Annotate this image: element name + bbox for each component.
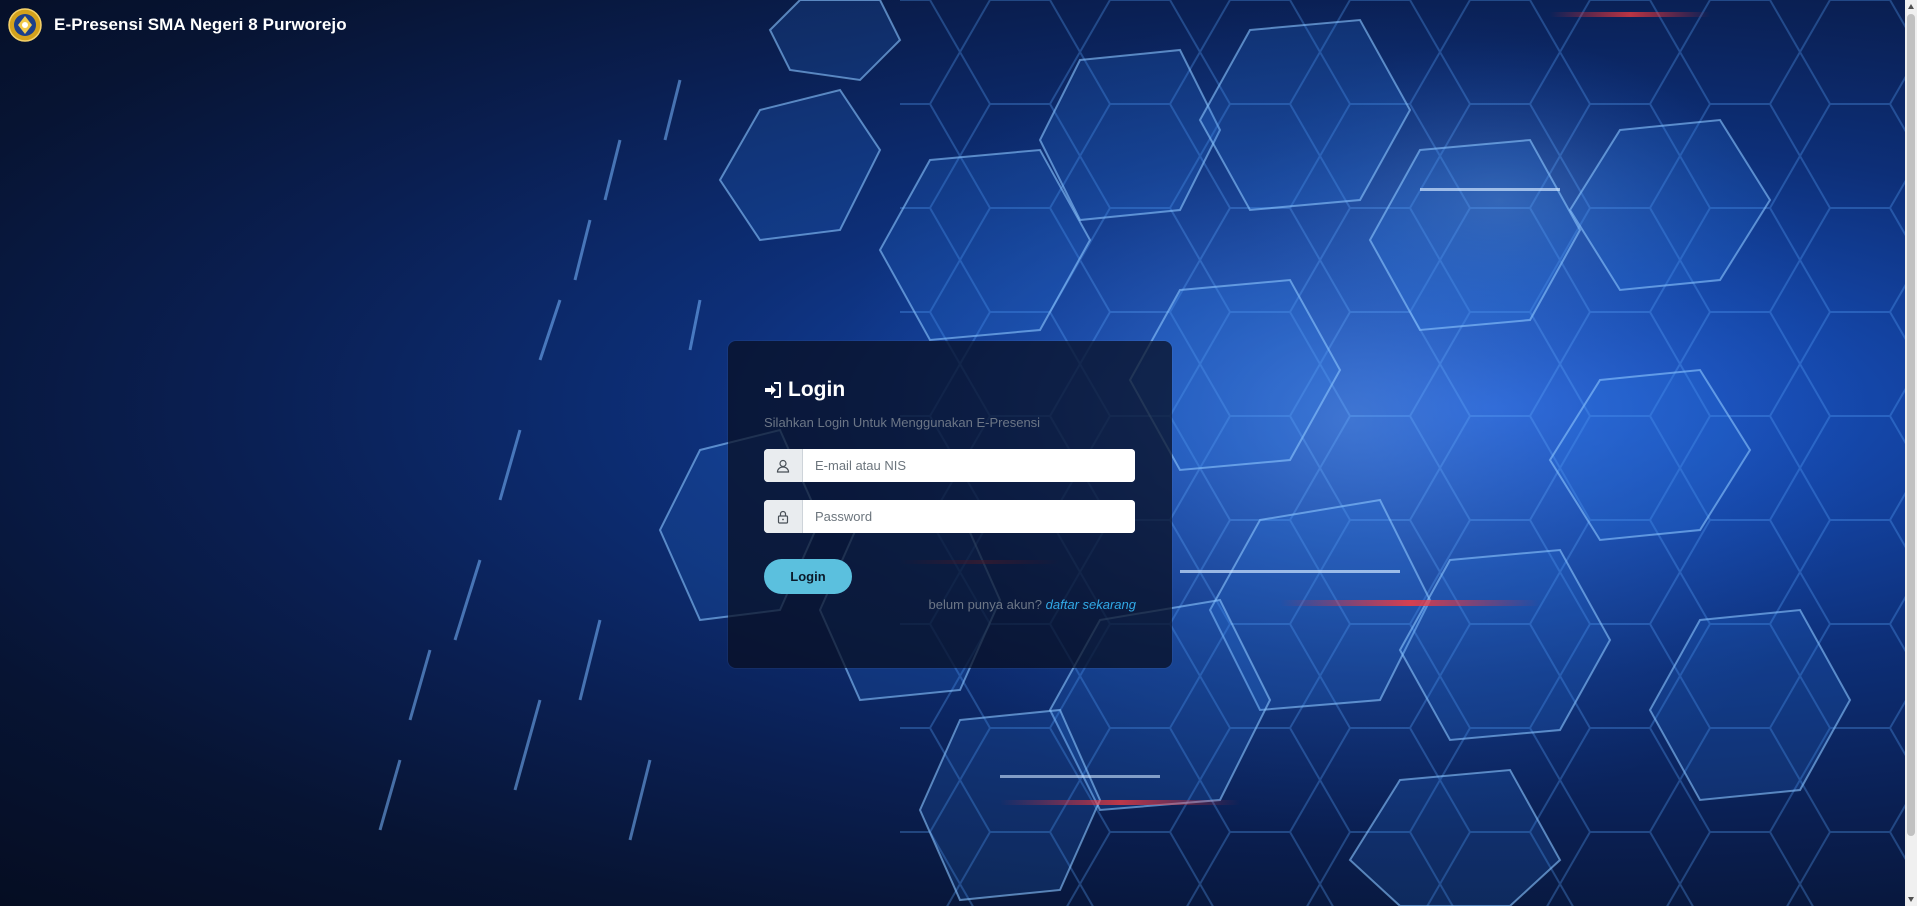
register-link[interactable]: daftar sekarang — [1046, 597, 1136, 612]
password-addon — [764, 500, 803, 533]
app-brand-title[interactable]: E-Presensi SMA Negeri 8 Purworejo — [54, 15, 347, 35]
scroll-down-icon[interactable] — [1907, 895, 1915, 903]
lock-icon — [777, 510, 789, 524]
email-addon — [764, 449, 803, 482]
email-nis-input[interactable] — [803, 449, 1135, 482]
password-input-group — [764, 500, 1135, 533]
login-subtitle: Silahkan Login Untuk Menggunakan E-Prese… — [764, 415, 1041, 430]
school-emblem-icon[interactable] — [8, 8, 42, 42]
register-prompt: belum punya akun? daftar sekarang — [929, 597, 1136, 612]
scroll-up-icon[interactable] — [1907, 3, 1915, 11]
email-input-group — [764, 449, 1135, 482]
user-icon — [776, 459, 790, 473]
login-page: E-Presensi SMA Negeri 8 Purworejo Login … — [0, 0, 1917, 906]
top-navbar: E-Presensi SMA Negeri 8 Purworejo — [0, 0, 1905, 50]
login-button[interactable]: Login — [764, 559, 852, 594]
sign-in-icon — [765, 382, 781, 398]
login-title: Login — [764, 378, 845, 402]
register-prompt-text: belum punya akun? — [928, 597, 1043, 612]
vertical-scrollbar[interactable] — [1905, 0, 1917, 906]
scrollbar-thumb[interactable] — [1907, 14, 1915, 836]
login-title-text: Login — [788, 378, 846, 401]
login-card: Login Silahkan Login Untuk Menggunakan E… — [728, 341, 1172, 668]
password-input[interactable] — [803, 500, 1135, 533]
